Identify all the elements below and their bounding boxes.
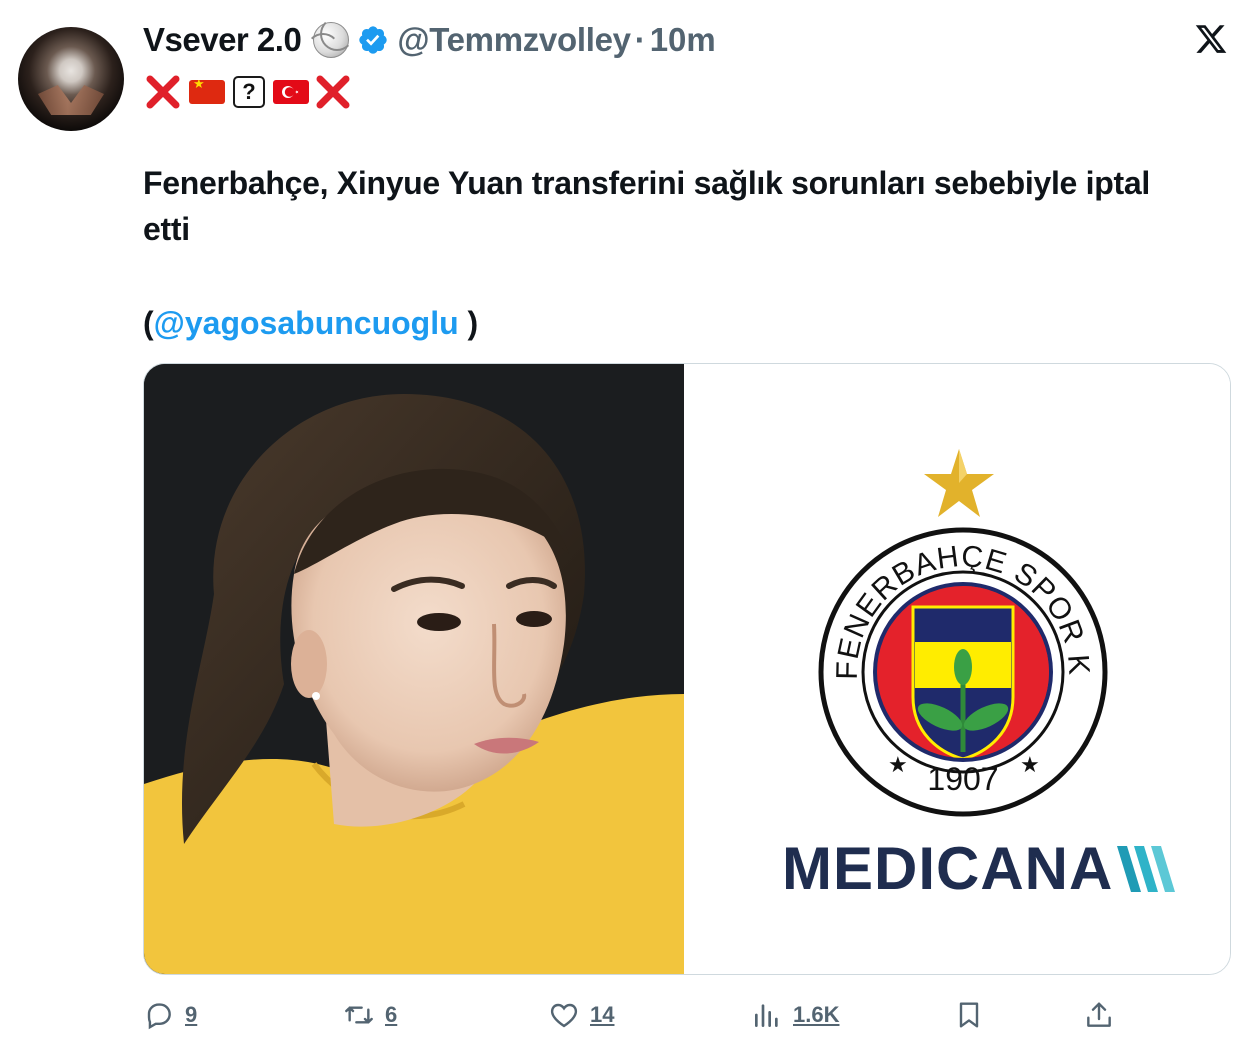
- repost-icon: [345, 1006, 373, 1024]
- views-count[interactable]: 1.6K: [793, 1002, 839, 1028]
- mention-link[interactable]: @yagosabuncuoglu: [154, 305, 459, 341]
- emoji-line: ?: [143, 72, 353, 112]
- tweet-header: Vsever 2.0 @Temmzvolley · 10m: [143, 17, 716, 62]
- player-photo[interactable]: [144, 364, 684, 974]
- crest-year: 1907: [927, 761, 998, 797]
- china-flag-icon: [189, 80, 225, 104]
- question-box-icon: ?: [233, 76, 265, 108]
- tweet-actions-bar: 9 6 14 1.6K: [143, 990, 1133, 1040]
- author-handle[interactable]: @Temmzvolley: [397, 21, 631, 59]
- share-button[interactable]: [1083, 990, 1115, 1040]
- sponsor-stripes-icon: [1117, 845, 1176, 892]
- reply-icon: [147, 1003, 171, 1030]
- cross-icon: [146, 75, 180, 109]
- gold-star-icon: [924, 449, 994, 517]
- tweet-media[interactable]: FENERBAHÇE SPOR KULÜBÜ ★ ★ 1907: [143, 363, 1231, 975]
- heart-icon: [550, 1003, 578, 1028]
- tweet-text: Fenerbahçe, Xinyue Yuan transferini sağl…: [143, 165, 1150, 247]
- source-close-paren: ): [458, 305, 479, 341]
- repost-count[interactable]: 6: [385, 1002, 397, 1028]
- fenerbahce-crest-icon: FENERBAHÇE SPOR KULÜBÜ ★ ★ 1907: [818, 527, 1108, 817]
- views-button[interactable]: 1.6K: [751, 990, 839, 1040]
- turkey-flag-icon: [273, 80, 309, 104]
- sponsor-logo: MEDICANA: [782, 834, 1177, 903]
- volleyball-icon: [306, 17, 355, 58]
- author-display-name[interactable]: Vsever 2.0: [143, 21, 302, 59]
- like-count[interactable]: 14: [590, 1002, 614, 1028]
- x-logo-icon[interactable]: [1194, 22, 1228, 56]
- bookmark-icon: [959, 1002, 979, 1028]
- tweet-card: Vsever 2.0 @Temmzvolley · 10m ? Fenerbah: [0, 0, 1235, 1060]
- reply-count[interactable]: 9: [185, 1002, 197, 1028]
- source-open-paren: (: [143, 305, 154, 341]
- author-avatar[interactable]: [18, 27, 124, 131]
- tweet-timestamp[interactable]: 10m: [650, 21, 716, 59]
- header-separator: ·: [634, 21, 646, 58]
- verified-badge-icon: [359, 26, 387, 54]
- avatar-hands: [38, 85, 104, 115]
- club-logo-panel[interactable]: FENERBAHÇE SPOR KULÜBÜ ★ ★ 1907: [684, 364, 1230, 974]
- share-icon: [1087, 1002, 1111, 1027]
- bookmark-button[interactable]: [953, 990, 985, 1040]
- repost-button[interactable]: 6: [343, 990, 397, 1040]
- views-icon: [755, 1004, 778, 1027]
- like-button[interactable]: 14: [548, 990, 614, 1040]
- svg-text:★: ★: [888, 753, 908, 778]
- cross-icon: [316, 75, 350, 109]
- svg-text:★: ★: [1020, 753, 1040, 778]
- tweet-source-line: (@yagosabuncuoglu ): [143, 300, 478, 346]
- sponsor-name: MEDICANA: [782, 835, 1114, 902]
- reply-button[interactable]: 9: [143, 990, 197, 1040]
